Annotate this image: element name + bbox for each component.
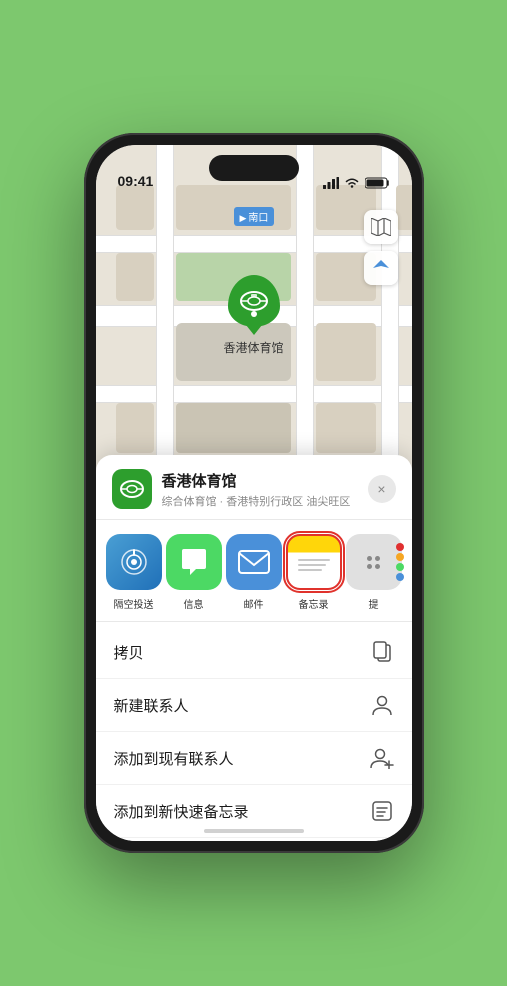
add-notes-icon <box>370 799 394 823</box>
action-list: 拷贝 新建联系人 <box>96 622 412 841</box>
dynamic-island <box>209 155 299 181</box>
share-item-more[interactable]: 提 <box>344 534 404 611</box>
phone-screen: 09:41 <box>96 145 412 841</box>
add-existing-label: 添加到现有联系人 <box>114 748 234 769</box>
person-symbol <box>371 694 393 716</box>
location-name: 香港体育馆 <box>162 470 368 491</box>
notes-icon <box>286 534 342 590</box>
action-add-existing[interactable]: 添加到现有联系人 <box>96 732 412 785</box>
stadium-pin-icon <box>238 290 268 312</box>
add-existing-icon <box>370 746 394 770</box>
wifi-icon <box>344 177 360 189</box>
messages-symbol <box>178 547 210 577</box>
location-subtitle: 综合体育馆 · 香港特别行政区 油尖旺区 <box>162 493 368 509</box>
location-header: 香港体育馆 综合体育馆 · 香港特别行政区 油尖旺区 × <box>96 455 412 520</box>
pin-circle <box>227 275 279 327</box>
new-contact-label: 新建联系人 <box>114 695 189 716</box>
phone-frame: 09:41 <box>84 133 424 853</box>
venue-icon <box>119 478 145 500</box>
add-notes-label: 添加到新快速备忘录 <box>114 801 249 822</box>
battery-icon <box>365 177 390 189</box>
mail-symbol <box>237 549 271 575</box>
location-icon <box>112 469 152 509</box>
airdrop-symbol <box>119 547 149 577</box>
note-symbol <box>371 800 393 822</box>
action-print[interactable]: 打印 <box>96 838 412 841</box>
location-arrow-icon <box>372 259 390 277</box>
copy-icon <box>370 640 394 664</box>
map-area[interactable]: ▶南口 <box>96 145 412 485</box>
status-icons <box>323 177 390 189</box>
share-item-mail[interactable]: 邮件 <box>224 534 284 611</box>
map-type-button[interactable] <box>364 210 398 244</box>
airdrop-icon <box>106 534 162 590</box>
location-pin: 香港体育馆 <box>223 275 283 356</box>
close-button[interactable]: × <box>368 475 396 503</box>
messages-icon <box>166 534 222 590</box>
copy-symbol <box>372 641 392 663</box>
map-type-icon <box>371 218 391 236</box>
notes-label: 备忘录 <box>299 596 329 611</box>
status-time: 09:41 <box>118 173 154 189</box>
signal-icon <box>323 177 339 189</box>
copy-label: 拷贝 <box>114 642 144 663</box>
action-new-contact[interactable]: 新建联系人 <box>96 679 412 732</box>
location-text: 香港体育馆 综合体育馆 · 香港特别行政区 油尖旺区 <box>162 470 368 509</box>
person-plus-symbol <box>370 747 394 769</box>
share-item-notes[interactable]: 备忘录 <box>284 534 344 611</box>
home-indicator <box>204 829 304 833</box>
share-item-messages[interactable]: 信息 <box>164 534 224 611</box>
map-label: ▶南口 <box>234 207 275 226</box>
pin-dot <box>250 311 256 317</box>
airdrop-label: 隔空投送 <box>114 596 154 611</box>
more-label: 提 <box>369 596 379 611</box>
mail-icon <box>226 534 282 590</box>
share-actions-row: 隔空投送 信息 <box>96 520 412 622</box>
bottom-sheet: 香港体育馆 综合体育馆 · 香港特别行政区 油尖旺区 × <box>96 455 412 841</box>
mail-label: 邮件 <box>244 596 264 611</box>
messages-label: 信息 <box>184 596 204 611</box>
map-controls <box>364 210 398 285</box>
share-item-airdrop[interactable]: 隔空投送 <box>104 534 164 611</box>
pin-label: 香港体育馆 <box>223 339 283 356</box>
new-contact-icon <box>370 693 394 717</box>
more-icon <box>346 534 402 590</box>
location-button[interactable] <box>364 251 398 285</box>
action-copy[interactable]: 拷贝 <box>96 626 412 679</box>
